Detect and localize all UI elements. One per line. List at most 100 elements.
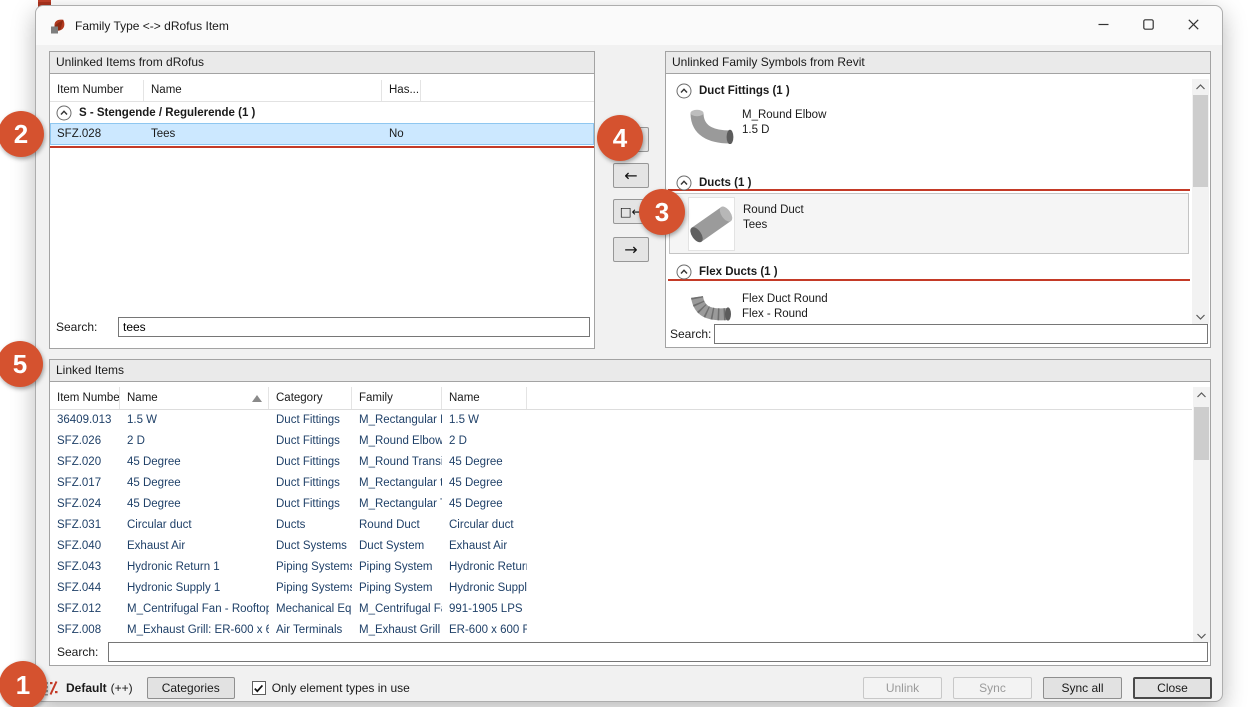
dialog-family-type-drofus-item: Family Type <-> dRofus Item Unlinked Ite… xyxy=(35,5,1223,702)
round-elbow-icon xyxy=(690,108,736,149)
column-header-filler xyxy=(421,80,594,101)
sort-ascending-icon xyxy=(252,395,262,402)
close-dialog-button[interactable]: Close xyxy=(1133,677,1212,699)
scroll-up-icon[interactable] xyxy=(1193,387,1210,402)
linked-items-column-headers: Item Number Name Category Family Name xyxy=(50,387,1192,410)
categories-button[interactable]: Categories xyxy=(147,677,235,699)
close-icon xyxy=(1188,17,1199,35)
linked-items-scrollbar[interactable] xyxy=(1193,387,1210,643)
round-duct-icon xyxy=(688,197,735,251)
family-symbol-text: Round Duct Tees xyxy=(743,203,804,233)
table-row[interactable]: SFZ.008M_Exhaust Grill: ER-600 x 600 Fac… xyxy=(50,620,1192,641)
unlinked-revit-search-row: Search: xyxy=(670,327,1208,341)
unlinked-revit-panel-title: Unlinked Family Symbols from Revit xyxy=(666,52,1210,74)
group-row-flex-ducts[interactable]: Flex Ducts (1 ) xyxy=(666,263,1210,281)
flex-duct-icon xyxy=(690,289,736,325)
drofus-app-icon xyxy=(50,18,67,34)
table-row[interactable]: 36409.0131.5 WDuct FittingsM_Rectangular… xyxy=(50,410,1192,431)
scroll-up-icon[interactable] xyxy=(1192,79,1209,94)
group-label: Flex Ducts (1 ) xyxy=(699,266,778,278)
footer-buttons: Unlink Sync Sync all Close xyxy=(863,677,1212,699)
column-header-item-number[interactable]: Item Number xyxy=(50,80,144,101)
column-header-name[interactable]: Name xyxy=(144,80,382,101)
annotation-circle-2: 2 xyxy=(0,111,44,157)
table-row[interactable]: SFZ.0262 DDuct FittingsM_Round Elbow2 D xyxy=(50,431,1192,452)
unlinked-drofus-column-headers: Item Number Name Has... xyxy=(50,80,594,102)
table-row[interactable]: SFZ.012M_Centrifugal Fan - Rooftop - Up.… xyxy=(50,599,1192,620)
unlinked-drofus-search-row: Search: xyxy=(56,320,590,334)
annotation-circle-4: 4 xyxy=(597,115,643,161)
linked-items-table: 36409.0131.5 WDuct FittingsM_Rectangular… xyxy=(50,410,1192,641)
group-row-ducts[interactable]: Ducts (1 ) xyxy=(666,174,1210,192)
column-header-family[interactable]: Family xyxy=(352,387,442,409)
type-name: Tees xyxy=(743,218,804,233)
table-row[interactable]: SFZ.044Hydronic Supply 1Piping SystemsPi… xyxy=(50,578,1192,599)
window-controls xyxy=(1081,6,1216,45)
linked-items-search-input[interactable] xyxy=(108,642,1208,662)
unlinked-item-row-selected[interactable]: SFZ.028 Tees No xyxy=(50,123,594,145)
family-symbol-item[interactable]: Flex Duct Round Flex - Round xyxy=(742,292,828,322)
scrollbar-thumb[interactable] xyxy=(1193,95,1208,187)
footer-left-cluster: Default (++) Categories Only element typ… xyxy=(44,676,410,700)
group-label: Ducts (1 ) xyxy=(699,177,751,189)
column-header-name-sorted[interactable]: Name xyxy=(120,387,269,409)
search-label: Search: xyxy=(57,645,98,659)
table-row[interactable]: SFZ.01745 DegreeDuct FittingsM_Rectangul… xyxy=(50,473,1192,494)
family-name: M_Round Elbow xyxy=(742,108,826,123)
profile-name: Default xyxy=(66,681,107,695)
column-header-has[interactable]: Has... xyxy=(382,80,421,101)
red-separator-line xyxy=(50,146,594,148)
sync-all-button[interactable]: Sync all xyxy=(1043,677,1122,699)
column-header-item-number[interactable]: Item Number xyxy=(50,387,120,409)
collapse-group-icon[interactable] xyxy=(676,83,692,99)
cell-has: No xyxy=(383,124,422,144)
scroll-down-icon[interactable] xyxy=(1192,309,1209,324)
annotation-circle-1: 1 xyxy=(0,661,47,707)
unlink-button[interactable]: Unlink xyxy=(863,677,942,699)
table-row[interactable]: SFZ.040Exhaust AirDuct SystemsDuct Syste… xyxy=(50,536,1192,557)
column-header-name2[interactable]: Name xyxy=(442,387,527,409)
link-left-button[interactable]: ← xyxy=(613,163,649,188)
group-row-duct-fittings[interactable]: Duct Fittings (1 ) xyxy=(666,82,1210,100)
screen: Family Type <-> dRofus Item Unlinked Ite… xyxy=(0,0,1258,707)
group-label: Duct Fittings (1 ) xyxy=(699,85,790,97)
table-row[interactable]: SFZ.02045 DegreeDuct FittingsM_Round Tra… xyxy=(50,452,1192,473)
titlebar[interactable]: Family Type <-> dRofus Item xyxy=(36,6,1222,45)
only-element-types-checkbox[interactable] xyxy=(252,681,266,695)
table-row[interactable]: SFZ.02445 DegreeDuct FittingsM_Rectangul… xyxy=(50,494,1192,515)
family-name: Round Duct xyxy=(743,203,804,218)
search-label: Search: xyxy=(56,320,97,334)
annotation-circle-3: 3 xyxy=(639,189,685,235)
close-button[interactable] xyxy=(1171,6,1216,45)
scroll-down-icon[interactable] xyxy=(1193,628,1210,643)
unlinked-revit-search-input[interactable] xyxy=(714,324,1208,344)
unlinked-revit-list: Duct Fittings (1 ) M_Round Elbow 1.5 D xyxy=(666,75,1210,325)
link-right-button[interactable]: → xyxy=(613,237,649,262)
table-row[interactable]: SFZ.043Hydronic Return 1Piping SystemsPi… xyxy=(50,557,1192,578)
maximize-icon xyxy=(1143,17,1154,35)
unlinked-drofus-panel: Unlinked Items from dRofus Item Number N… xyxy=(49,51,595,349)
column-header-filler xyxy=(527,387,1192,409)
scrollbar-thumb[interactable] xyxy=(1194,407,1209,460)
linked-items-search-row: Search: xyxy=(57,645,1209,659)
search-label: Search: xyxy=(670,327,711,341)
minimize-button[interactable] xyxy=(1081,6,1126,45)
family-symbol-item[interactable]: M_Round Elbow 1.5 D xyxy=(742,108,826,138)
unlinked-drofus-panel-title: Unlinked Items from dRofus xyxy=(50,52,594,74)
unlinked-drofus-search-input[interactable] xyxy=(118,317,590,337)
type-name: 1.5 D xyxy=(742,123,826,138)
collapse-group-icon[interactable] xyxy=(676,175,692,191)
maximize-button[interactable] xyxy=(1126,6,1171,45)
family-symbol-item-highlighted[interactable]: Round Duct Tees xyxy=(669,193,1189,254)
sync-button[interactable]: Sync xyxy=(953,677,1032,699)
column-header-category[interactable]: Category xyxy=(269,387,352,409)
table-row[interactable]: SFZ.031Circular ductDuctsRound DuctCircu… xyxy=(50,515,1192,536)
collapse-group-icon[interactable] xyxy=(56,105,72,121)
profile-suffix: (++) xyxy=(111,681,133,695)
group-row-stengende-regulerende[interactable]: S - Stengende / Regulerende (1 ) xyxy=(50,103,594,123)
unlinked-revit-scrollbar[interactable] xyxy=(1192,79,1209,324)
collapse-group-icon[interactable] xyxy=(676,264,692,280)
minimize-icon xyxy=(1098,17,1109,35)
type-name: Flex - Round xyxy=(742,307,828,322)
checkmark-icon xyxy=(253,683,264,694)
